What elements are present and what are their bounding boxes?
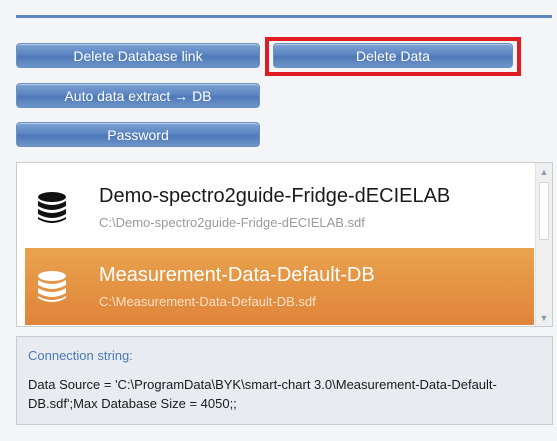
connection-string-box: Connection string: Data Source = 'C:\Pro…	[16, 336, 553, 425]
connection-string-label: Connection string:	[28, 348, 133, 363]
database-name: Measurement-Data-Default-DB	[99, 264, 375, 286]
database-list-item[interactable]: Demo-spectro2guide-Fridge-dECIELAB C:\De…	[25, 169, 534, 246]
delete-database-link-button[interactable]: Delete Database link	[16, 43, 260, 68]
database-icon	[38, 192, 66, 223]
database-name: Demo-spectro2guide-Fridge-dECIELAB	[99, 185, 451, 207]
database-path: C:\Measurement-Data-Default-DB.sdf	[99, 294, 316, 309]
scroll-up-icon[interactable]: ▲	[536, 163, 552, 180]
database-list: Demo-spectro2guide-Fridge-dECIELAB C:\De…	[16, 162, 553, 327]
list-scrollbar[interactable]: ▲ ▼	[535, 163, 552, 326]
database-path: C:\Demo-spectro2guide-Fridge-dECIELAB.sd…	[99, 215, 365, 230]
database-list-item-selected[interactable]: Measurement-Data-Default-DB C:\Measureme…	[25, 248, 534, 325]
delete-data-highlight	[265, 37, 521, 76]
scroll-thumb[interactable]	[539, 182, 549, 240]
password-button[interactable]: Password	[16, 122, 260, 147]
database-panel: Delete Database link Delete Data Auto da…	[0, 0, 557, 441]
database-icon	[38, 271, 66, 302]
connection-string-value: Data Source = 'C:\ProgramData\BYK\smart-…	[28, 377, 497, 411]
top-divider	[16, 15, 552, 18]
scroll-down-icon[interactable]: ▼	[536, 309, 552, 326]
auto-data-extract-button[interactable]: Auto data extract → DB	[16, 83, 260, 108]
